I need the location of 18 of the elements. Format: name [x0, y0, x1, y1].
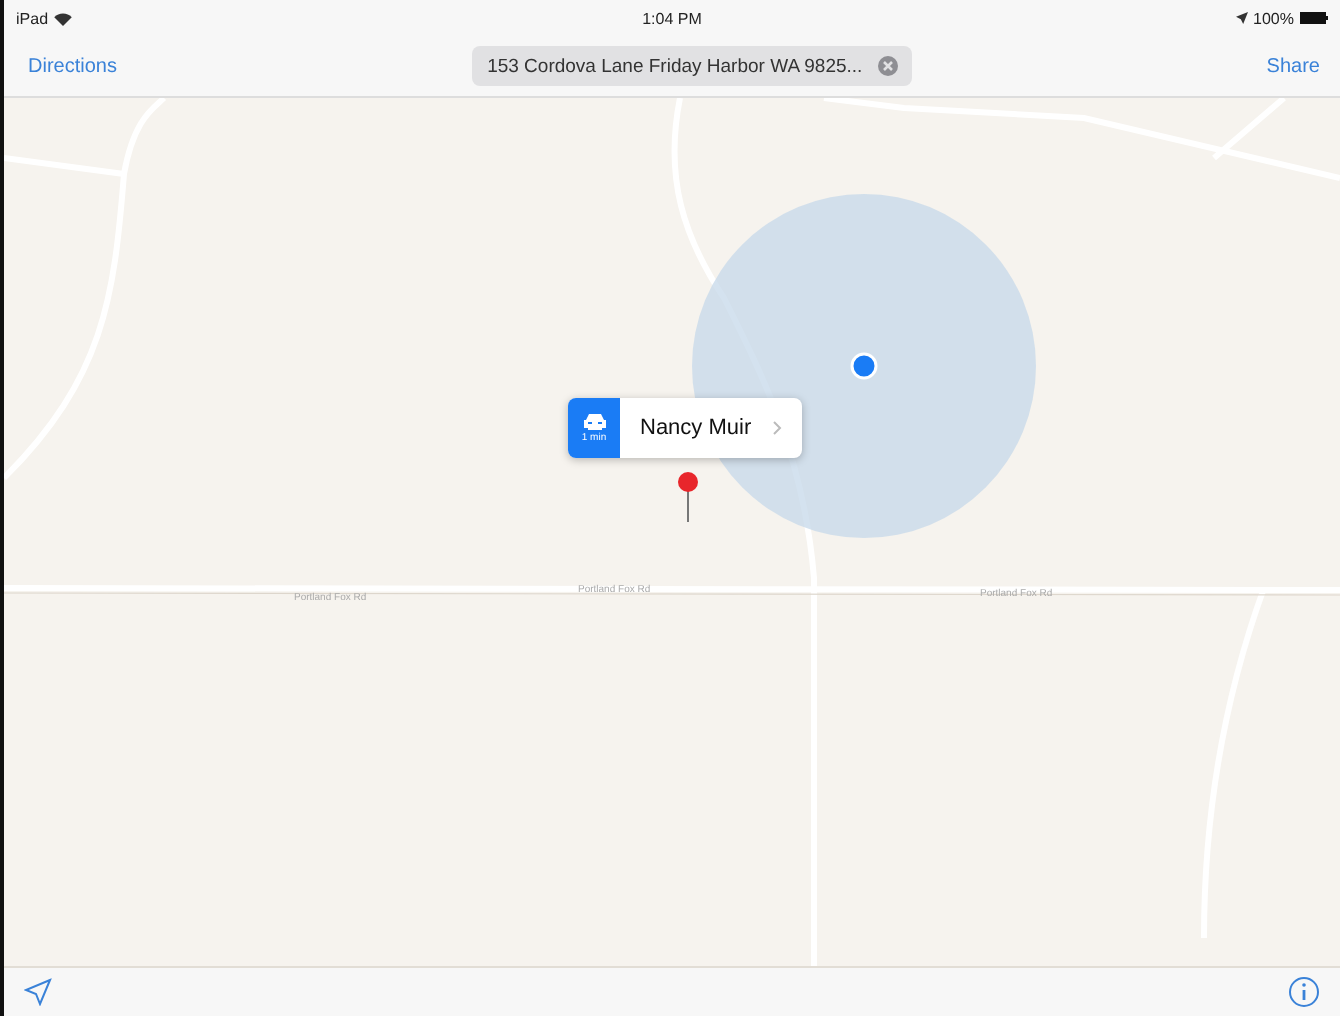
status-time: 1:04 PM — [642, 9, 702, 27]
battery-percent: 100% — [1253, 9, 1294, 27]
location-callout[interactable]: Nancy Muir — [620, 398, 802, 458]
info-icon[interactable] — [1288, 976, 1320, 1008]
search-field[interactable]: 153 Cordova Lane Friday Harbor WA 9825... — [471, 46, 913, 86]
search-text: 153 Cordova Lane Friday Harbor WA 9825... — [487, 55, 863, 77]
share-button[interactable]: Share — [1262, 51, 1324, 81]
current-location-dot — [850, 352, 878, 380]
wifi-icon — [54, 11, 73, 25]
battery-icon — [1299, 12, 1328, 24]
clear-icon[interactable] — [878, 56, 899, 76]
device-name: iPad — [16, 9, 49, 27]
location-arrow-icon — [1235, 12, 1248, 24]
chevron-icon — [771, 420, 782, 436]
directions-button[interactable]: Directions — [24, 51, 121, 81]
map-pin-icon — [672, 470, 704, 522]
location-arrow-icon[interactable] — [24, 978, 52, 1006]
car-icon — [581, 412, 607, 430]
